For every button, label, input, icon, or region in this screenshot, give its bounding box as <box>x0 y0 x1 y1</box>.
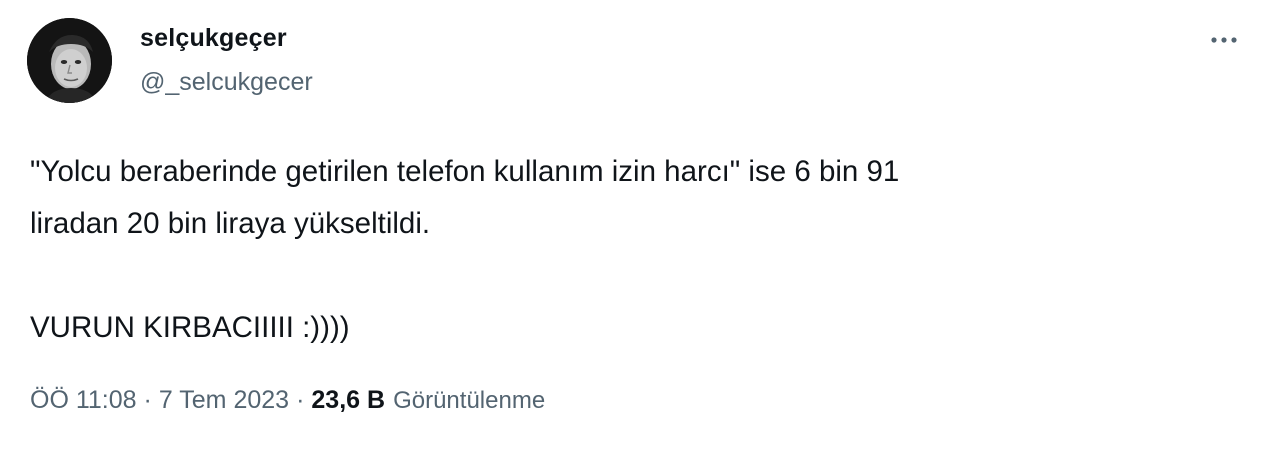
tweet-meta: ÖÖ 11:08 · 7 Tem 2023 · 23,6 B Görüntüle… <box>30 386 545 415</box>
author-display-name[interactable]: selçukgeçer <box>140 24 287 53</box>
tweet-card: selçukgeçer @_selcukgecer "Yolcu beraber… <box>0 0 1280 456</box>
more-options-button[interactable] <box>1200 22 1248 58</box>
tweet-text: "Yolcu beraberinde getirilen telefon kul… <box>30 146 1170 354</box>
more-horizontal-icon <box>1211 37 1237 43</box>
tweet-time[interactable]: ÖÖ 11:08 <box>30 386 137 415</box>
author-handle[interactable]: @_selcukgecer <box>140 68 313 97</box>
tweet-text-line: "Yolcu beraberinde getirilen telefon kul… <box>30 155 900 188</box>
views-count[interactable]: 23,6 B <box>311 386 385 415</box>
views-label[interactable]: Görüntülenme <box>393 387 545 415</box>
meta-separator: · <box>296 386 305 414</box>
meta-separator: · <box>143 386 152 414</box>
tweet-text-line: liradan 20 bin liraya yükseltildi. <box>30 207 431 240</box>
tweet-text-line: VURUN KIRBACIIIII :)))) <box>30 311 350 344</box>
avatar[interactable] <box>27 18 112 103</box>
avatar-photo <box>27 18 112 103</box>
tweet-date[interactable]: 7 Tem 2023 <box>159 386 289 415</box>
